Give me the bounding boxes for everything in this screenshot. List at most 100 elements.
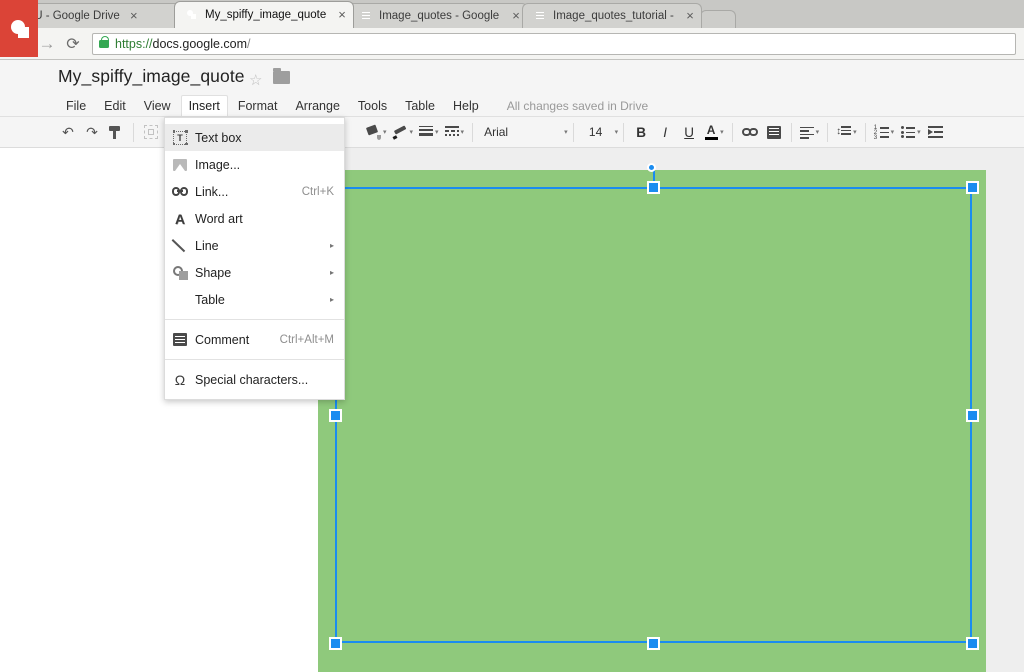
menu-item-label: Image... <box>195 157 241 172</box>
browser-tab-my-spiffy-image-quote[interactable]: My_spiffy_image_quote - × <box>174 1 354 28</box>
document-title[interactable]: My_spiffy_image_quote <box>58 66 245 87</box>
browser-tab-strip: IU - Google Drive × My_spiffy_image_quot… <box>0 0 1024 28</box>
browser-tab-image-quotes-tutorial[interactable]: Image_quotes_tutorial - G × <box>522 3 702 28</box>
reload-icon[interactable]: ⟳ <box>60 31 86 57</box>
chevron-down-icon[interactable]: ▾ <box>383 128 387 136</box>
chevron-down-icon[interactable]: ▾ <box>917 128 921 136</box>
toolbar-separator <box>731 122 733 142</box>
browser-window: IU - Google Drive × My_spiffy_image_quot… <box>0 0 1024 672</box>
menu-insert[interactable]: Insert <box>180 95 228 116</box>
shape-icon <box>165 265 195 280</box>
line-weight-icon[interactable]: ▾ <box>416 120 442 144</box>
menu-item-label: Line <box>195 238 219 253</box>
line-dash-icon[interactable]: ▾ <box>442 120 468 144</box>
bold-button[interactable]: B <box>629 120 653 144</box>
url-host: docs.google.com <box>152 36 248 51</box>
chevron-down-icon[interactable]: ▾ <box>891 128 895 136</box>
chevron-down-icon[interactable]: ▾ <box>435 128 439 136</box>
menu-divider <box>165 359 344 360</box>
browser-tab-image-quotes[interactable]: Image_quotes - Google D × <box>348 3 528 28</box>
menu-item-image[interactable]: Image... <box>165 151 344 178</box>
tab-title: Image_quotes - Google D <box>379 10 502 22</box>
chevron-down-icon[interactable]: ▾ <box>564 128 568 136</box>
menu-item-label: Table <box>195 292 225 307</box>
toolbar-separator <box>572 122 574 142</box>
new-tab-button[interactable] <box>700 10 736 28</box>
menu-edit[interactable]: Edit <box>96 96 134 116</box>
add-comment-icon[interactable] <box>762 120 786 144</box>
indent-icon[interactable] <box>924 120 948 144</box>
insert-dropdown-menu[interactable]: T Text box Image... Link... Ctrl+K A Wor… <box>164 117 345 400</box>
menu-format[interactable]: Format <box>230 96 286 116</box>
fill-color-icon[interactable]: ▾ <box>363 120 390 144</box>
editor-workspace[interactable] <box>0 148 1024 672</box>
bulleted-list-icon[interactable]: ▾ <box>897 120 924 144</box>
text-box-icon: T <box>165 130 195 145</box>
menu-item-shape[interactable]: Shape ▸ <box>165 259 344 286</box>
italic-button[interactable]: I <box>653 120 677 144</box>
chevron-down-icon[interactable]: ▾ <box>461 128 465 136</box>
menu-item-line[interactable]: Line ▸ <box>165 232 344 259</box>
toolbar-separator <box>472 122 474 142</box>
font-size-value: 14 <box>588 125 603 139</box>
font-size-selector[interactable]: 14 ▾ <box>579 125 619 139</box>
line-spacing-icon[interactable]: ↕ ▾ <box>833 120 860 144</box>
undo-icon[interactable]: ↶ <box>56 120 80 144</box>
star-icon[interactable]: ☆ <box>249 71 262 89</box>
menu-tools[interactable]: Tools <box>350 96 395 116</box>
menu-item-label: Comment <box>195 332 250 347</box>
menu-file[interactable]: File <box>58 96 94 116</box>
align-icon[interactable]: ▾ <box>797 120 823 144</box>
menu-item-table[interactable]: Table ▸ <box>165 286 344 313</box>
underline-button[interactable]: U <box>677 120 701 144</box>
comment-icon <box>165 333 195 346</box>
text-color-icon[interactable]: A ▾ <box>701 120 727 144</box>
chevron-down-icon[interactable]: ▾ <box>816 128 820 136</box>
folder-icon[interactable] <box>273 68 290 84</box>
menu-view[interactable]: View <box>136 96 179 116</box>
font-family-selector[interactable]: Arial ▾ <box>478 125 568 139</box>
paint-format-icon[interactable] <box>104 120 128 144</box>
chevron-down-icon[interactable]: ▾ <box>853 128 857 136</box>
link-icon <box>165 187 195 196</box>
line-icon <box>165 239 195 253</box>
save-status: All changes saved in Drive <box>506 98 649 113</box>
line-color-icon[interactable]: ▾ <box>390 120 417 144</box>
menu-item-link[interactable]: Link... Ctrl+K <box>165 178 344 205</box>
tab-close-icon[interactable]: × <box>509 9 523 23</box>
tab-title: IU - Google Drive <box>31 10 120 22</box>
toolbar-separator <box>133 122 134 142</box>
slide-canvas[interactable] <box>318 170 986 672</box>
insert-link-icon[interactable] <box>738 120 762 144</box>
toolbar-separator <box>790 122 792 142</box>
tab-title: Image_quotes_tutorial - G <box>553 10 676 22</box>
tab-title: My_spiffy_image_quote - <box>205 9 328 21</box>
crop-icon[interactable] <box>139 120 163 144</box>
google-docs-icon <box>533 9 547 23</box>
menu-item-shortcut: Ctrl+Alt+M <box>279 333 334 346</box>
chevron-down-icon[interactable]: ▾ <box>410 128 414 136</box>
menu-item-label: Link... <box>195 184 229 199</box>
menu-help[interactable]: Help <box>445 96 487 116</box>
toolbar-separator <box>827 122 829 142</box>
menu-item-word-art[interactable]: A Word art <box>165 205 344 232</box>
menu-item-label: Shape <box>195 265 232 280</box>
browser-toolbar: ← → ⟳ https:// docs.google.com / <box>0 28 1024 60</box>
menu-item-special-characters[interactable]: Ω Special characters... <box>165 366 344 393</box>
tab-close-icon[interactable]: × <box>127 9 141 23</box>
menu-item-comment[interactable]: Comment Ctrl+Alt+M <box>165 326 344 353</box>
menu-table[interactable]: Table <box>397 96 443 116</box>
google-slides-logo[interactable] <box>0 0 38 57</box>
menu-arrange[interactable]: Arrange <box>287 96 347 116</box>
google-slides-icon <box>185 8 199 22</box>
chevron-down-icon[interactable]: ▾ <box>720 128 724 136</box>
address-bar[interactable]: https:// docs.google.com / <box>92 32 1016 55</box>
menu-item-text-box[interactable]: T Text box <box>165 124 344 151</box>
numbered-list-icon[interactable]: 1 2 3 ▾ <box>871 120 898 144</box>
redo-icon[interactable]: ↷ <box>80 120 104 144</box>
tab-close-icon[interactable]: × <box>335 8 349 22</box>
chevron-down-icon[interactable]: ▾ <box>615 128 619 136</box>
tab-close-icon[interactable]: × <box>683 9 697 23</box>
font-family-value: Arial <box>484 125 509 139</box>
menu-bar: File Edit View Insert Format Arrange Too… <box>58 95 648 116</box>
